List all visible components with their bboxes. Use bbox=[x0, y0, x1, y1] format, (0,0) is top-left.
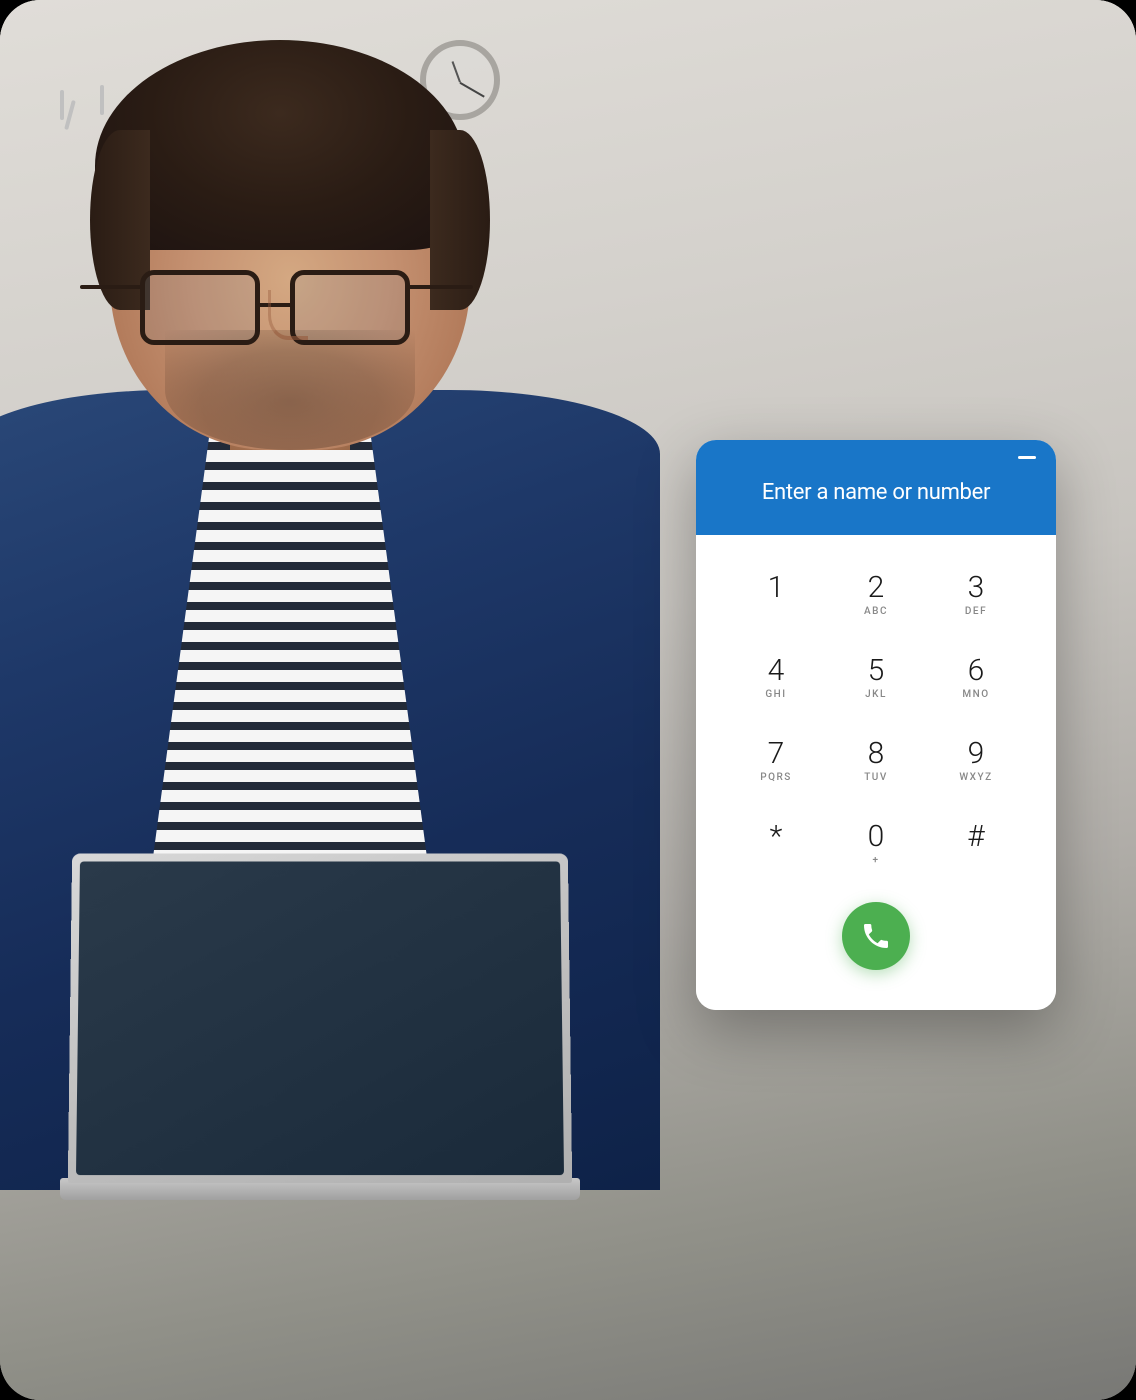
dial-key-9-letters: WXYZ bbox=[959, 772, 992, 786]
minimize-button[interactable] bbox=[1018, 456, 1036, 459]
glasses-temple-right bbox=[408, 285, 473, 289]
dialpad-body: 1 2 ABC 3 DEF 4 GHI 5 JKL bbox=[696, 535, 1056, 1010]
dialpad-title: Enter a name or number bbox=[762, 480, 990, 505]
dial-key-hash[interactable]: # bbox=[926, 804, 1026, 887]
dial-key-star-number: * bbox=[770, 822, 783, 852]
person-hair-right bbox=[430, 130, 490, 310]
dial-key-4-number: 4 bbox=[768, 656, 785, 686]
dial-key-3[interactable]: 3 DEF bbox=[926, 555, 1026, 638]
glasses-right bbox=[290, 270, 410, 345]
clock-hand-minute bbox=[460, 82, 485, 98]
dial-key-0-number: 0 bbox=[868, 822, 885, 852]
dial-key-9-number: 9 bbox=[968, 739, 985, 769]
person-beard bbox=[165, 330, 415, 450]
dial-key-6-letters: MNO bbox=[962, 689, 989, 703]
dial-key-1[interactable]: 1 bbox=[726, 555, 826, 638]
dial-key-2-letters: ABC bbox=[864, 606, 888, 620]
dial-key-7[interactable]: 7 PQRS bbox=[726, 721, 826, 804]
dial-key-8-letters: TUV bbox=[864, 772, 888, 786]
phone-icon bbox=[860, 920, 892, 952]
dial-key-2[interactable]: 2 ABC bbox=[826, 555, 926, 638]
dial-key-8[interactable]: 8 TUV bbox=[826, 721, 926, 804]
dial-key-4-letters: GHI bbox=[765, 689, 786, 703]
dial-key-7-number: 7 bbox=[768, 739, 785, 769]
laptop-screen bbox=[68, 854, 572, 1184]
dial-key-0-letters: + bbox=[872, 855, 879, 869]
dial-key-1-number: 1 bbox=[768, 573, 785, 603]
clock-hand-hour bbox=[452, 61, 461, 82]
dial-key-5-number: 5 bbox=[868, 656, 885, 686]
wall-hook-3 bbox=[100, 85, 104, 115]
dial-key-2-number: 2 bbox=[868, 573, 885, 603]
page-background: Enter a name or number 1 2 ABC 3 DEF bbox=[0, 0, 1136, 1400]
wall-hook-1 bbox=[60, 90, 64, 120]
glasses-left bbox=[140, 270, 260, 345]
dial-key-6[interactable]: 6 MNO bbox=[926, 638, 1026, 721]
dial-key-1-letters bbox=[774, 606, 778, 620]
dial-key-7-letters: PQRS bbox=[760, 772, 792, 786]
dial-key-5-letters: JKL bbox=[865, 689, 887, 703]
dial-key-5[interactable]: 5 JKL bbox=[826, 638, 926, 721]
dial-key-hash-number: # bbox=[967, 822, 984, 852]
call-button-row bbox=[726, 887, 1026, 980]
dial-key-4[interactable]: 4 GHI bbox=[726, 638, 826, 721]
dial-key-hash-letters bbox=[974, 855, 978, 869]
dial-key-0[interactable]: 0 + bbox=[826, 804, 926, 887]
dial-key-star[interactable]: * bbox=[726, 804, 826, 887]
dial-key-6-number: 6 bbox=[968, 656, 985, 686]
dial-key-3-letters: DEF bbox=[965, 606, 987, 620]
dialpad-header: Enter a name or number bbox=[696, 440, 1056, 535]
call-button[interactable] bbox=[842, 902, 910, 970]
person-nose bbox=[268, 290, 308, 340]
dial-key-3-number: 3 bbox=[968, 573, 985, 603]
dial-key-8-number: 8 bbox=[868, 739, 885, 769]
dial-key-9[interactable]: 9 WXYZ bbox=[926, 721, 1026, 804]
dialpad-grid: 1 2 ABC 3 DEF 4 GHI 5 JKL bbox=[726, 555, 1026, 887]
dial-key-star-letters bbox=[774, 855, 778, 869]
laptop-display bbox=[76, 861, 564, 1175]
dialpad-widget: Enter a name or number 1 2 ABC 3 DEF bbox=[696, 440, 1056, 1010]
glasses-temple-left bbox=[80, 285, 145, 289]
